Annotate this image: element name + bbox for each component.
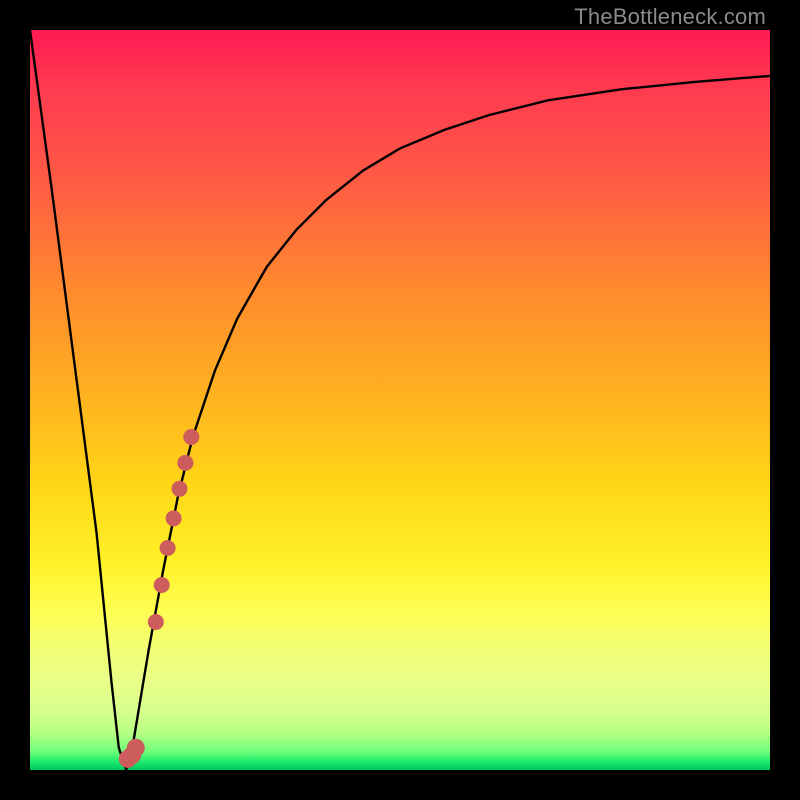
curve-layer [30,30,770,770]
highlight-point [154,577,170,593]
bottleneck-curve [30,30,770,770]
watermark-text: TheBottleneck.com [574,4,766,30]
highlight-point [172,481,188,497]
highlight-point [177,455,193,471]
highlight-point [166,510,182,526]
highlight-point [148,614,164,630]
plot-area [30,30,770,770]
highlight-point [183,429,199,445]
highlight-point [160,540,176,556]
highlight-point [127,739,145,757]
chart-frame: TheBottleneck.com [0,0,800,800]
